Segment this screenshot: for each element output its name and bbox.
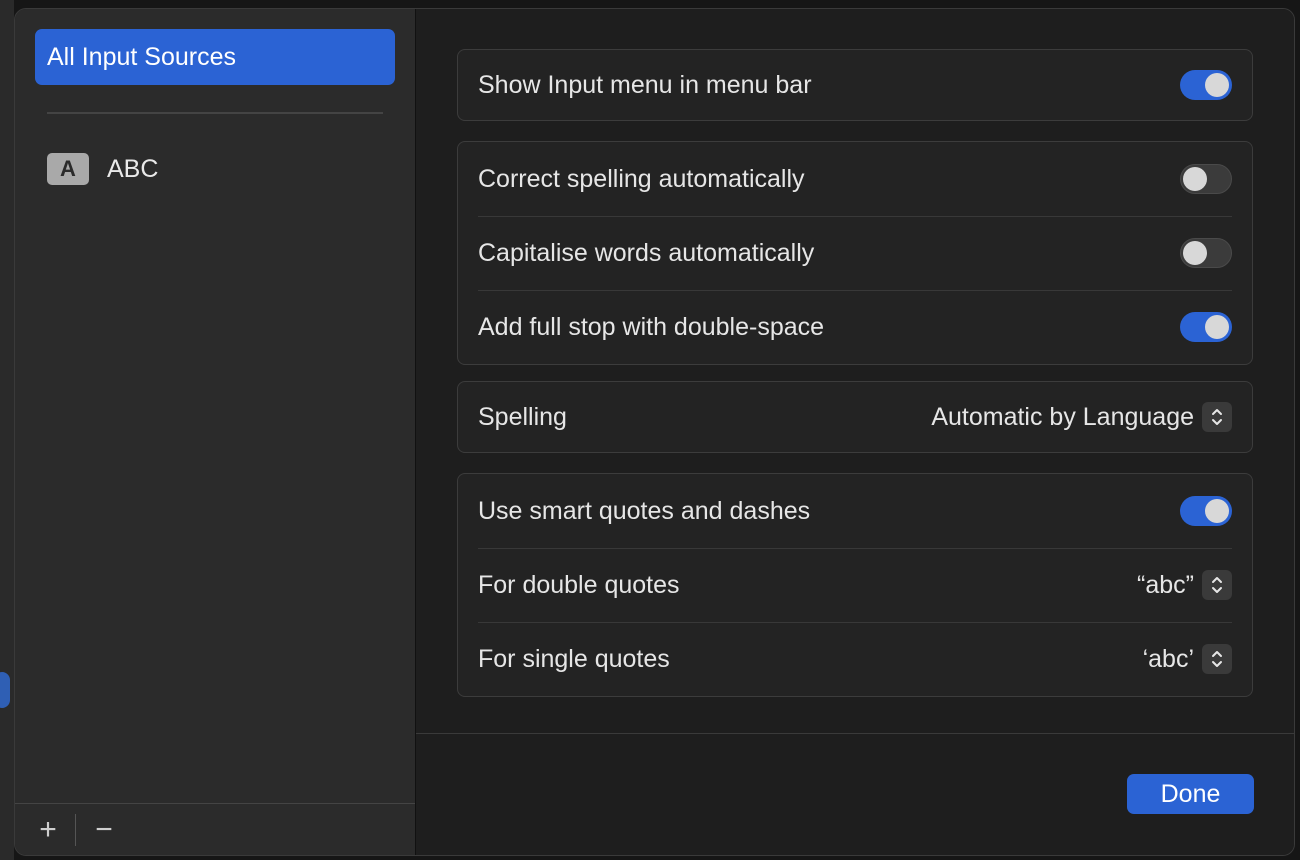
remove-input-source-button[interactable]: −: [75, 804, 133, 855]
background-window-edge: [0, 0, 14, 860]
background-chip: [0, 672, 10, 708]
single-quotes-popup[interactable]: ‘abc’: [1143, 644, 1232, 674]
chevron-up-down-icon: [1202, 402, 1232, 432]
correct-spelling-row: Correct spelling automatically: [458, 142, 1252, 216]
toggle-knob: [1183, 167, 1207, 191]
input-sources-sheet: All Input Sources A ABC + − Show Input m…: [14, 8, 1295, 856]
sidebar-divider: [47, 112, 383, 114]
correct-spelling-label: Correct spelling automatically: [478, 164, 805, 193]
show-input-menu-label: Show Input menu in menu bar: [478, 70, 812, 99]
footer-divider: [416, 733, 1294, 734]
chevron-up-down-icon: [1202, 570, 1232, 600]
spelling-popup[interactable]: Automatic by Language: [931, 402, 1232, 432]
double-quotes-row: For double quotes “abc”: [458, 548, 1252, 622]
toggle-knob: [1205, 315, 1229, 339]
single-quotes-value: ‘abc’: [1142, 644, 1194, 673]
smart-quotes-row: Use smart quotes and dashes: [458, 474, 1252, 548]
sidebar-item-abc[interactable]: A ABC: [47, 149, 158, 189]
spelling-row: Spelling Automatic by Language: [458, 382, 1252, 452]
menu-group: Show Input menu in menu bar: [457, 49, 1253, 121]
capitalise-label: Capitalise words automatically: [478, 238, 815, 267]
double-quotes-popup[interactable]: “abc”: [1137, 570, 1232, 600]
single-quotes-row: For single quotes ‘abc’: [458, 622, 1252, 696]
capitalise-row: Capitalise words automatically: [458, 216, 1252, 290]
double-quotes-label: For double quotes: [478, 570, 680, 599]
settings-pane: Show Input menu in menu bar Correct spel…: [416, 9, 1294, 855]
spelling-group: Spelling Automatic by Language: [457, 381, 1253, 453]
toggle-knob: [1183, 241, 1207, 265]
done-button[interactable]: Done: [1127, 774, 1254, 814]
single-quotes-label: For single quotes: [478, 644, 670, 673]
show-input-menu-toggle[interactable]: [1180, 70, 1232, 100]
smart-quotes-label: Use smart quotes and dashes: [478, 496, 811, 525]
spelling-value: Automatic by Language: [931, 402, 1194, 431]
toggle-knob: [1205, 499, 1229, 523]
smart-quotes-toggle[interactable]: [1180, 496, 1232, 526]
full-stop-toggle[interactable]: [1180, 312, 1232, 342]
spelling-label: Spelling: [478, 402, 567, 431]
capitalise-toggle[interactable]: [1180, 238, 1232, 268]
add-input-source-button[interactable]: +: [19, 804, 77, 855]
sidebar: All Input Sources A ABC + −: [15, 9, 416, 855]
full-stop-label: Add full stop with double-space: [478, 312, 825, 341]
smart-quotes-group: Use smart quotes and dashes For double q…: [457, 473, 1253, 697]
auto-correction-group: Correct spelling automatically Capitalis…: [457, 141, 1253, 365]
full-stop-row: Add full stop with double-space: [458, 290, 1252, 364]
sidebar-item-all-input-sources[interactable]: All Input Sources: [35, 29, 395, 85]
show-input-menu-row: Show Input menu in menu bar: [458, 50, 1252, 120]
correct-spelling-toggle[interactable]: [1180, 164, 1232, 194]
sidebar-item-label: ABC: [107, 154, 159, 183]
double-quotes-value: “abc”: [1137, 570, 1194, 599]
chevron-up-down-icon: [1202, 644, 1232, 674]
toggle-knob: [1205, 73, 1229, 97]
sidebar-toolbar: + −: [15, 803, 415, 855]
keyboard-layout-icon: A: [47, 153, 89, 185]
